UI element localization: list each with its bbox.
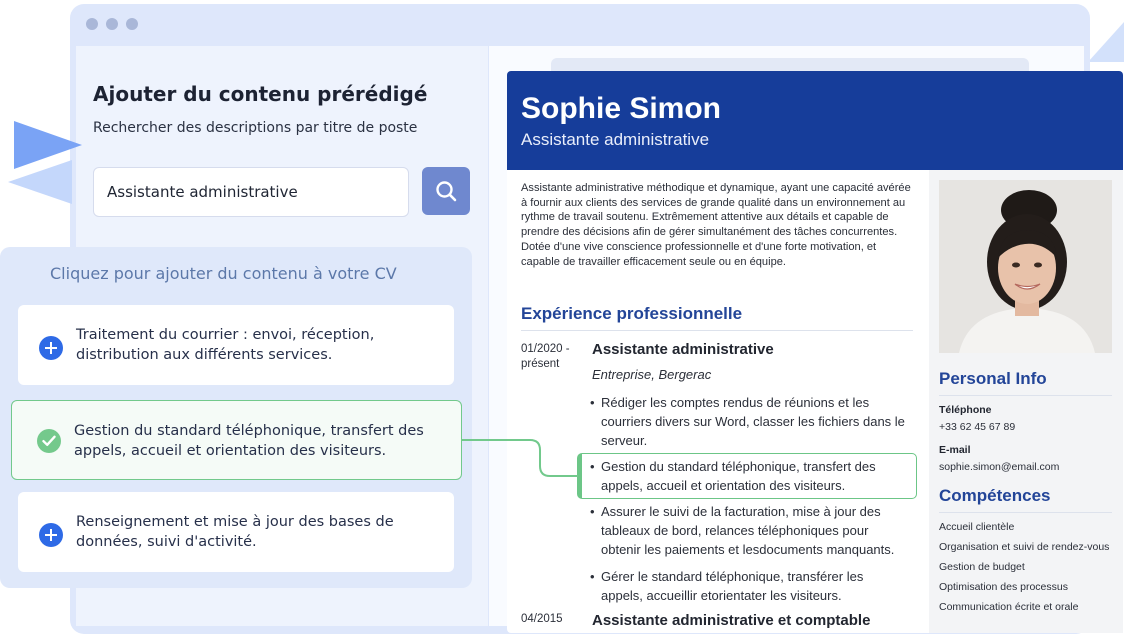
builder-title: Ajouter du contenu prérédigé: [93, 82, 428, 106]
phone-value: +33 62 45 67 89: [939, 421, 1016, 433]
job-bullet: Gérer le standard téléphonique, transfér…: [590, 567, 906, 605]
builder-subtitle: Rechercher des descriptions par titre de…: [93, 120, 418, 136]
profile-photo: [939, 180, 1112, 353]
suggestion-text: Traitement du courrier : envoi, réceptio…: [76, 327, 375, 363]
resume-role: Assistante administrative: [521, 130, 710, 149]
job-title-search-input[interactable]: Assistante administrative: [93, 167, 409, 217]
job-bullet-inserted: Gestion du standard téléphonique, transf…: [590, 457, 906, 495]
job-company: Entreprise, Bergerac: [592, 367, 712, 382]
skill-item: Communication écrite et orale: [939, 601, 1079, 613]
decorative-triangle: [1088, 22, 1124, 62]
job-title: Assistante administrative: [592, 341, 774, 358]
job-date: 01/2020 - présent: [521, 343, 570, 370]
job-date: 04/2015: [521, 613, 563, 625]
job-bullet: Assurer le suivi de la facturation, mise…: [590, 502, 906, 559]
suggestion-card[interactable]: Traitement du courrier : envoi, réceptio…: [18, 305, 454, 385]
skill-item: Accueil clientèle: [939, 521, 1015, 533]
email-label: E-mail: [939, 444, 971, 456]
window-dot: [126, 18, 138, 30]
skills-title: Compétences: [939, 486, 1051, 505]
resume-summary: Assistante administrative méthodique et …: [521, 182, 911, 268]
experience-section-title: Expérience professionnelle: [521, 304, 743, 323]
divider: [521, 330, 913, 331]
skill-item: Organisation et suivi de rendez-vous: [939, 541, 1110, 553]
email-value: sophie.simon@email.com: [939, 461, 1060, 473]
window-dot: [106, 18, 118, 30]
add-plus-icon[interactable]: [39, 336, 63, 360]
suggestion-text: Renseignement et mise à jour des bases d…: [76, 514, 394, 550]
job-bullet: Rédiger les comptes rendus de réunions e…: [590, 393, 906, 450]
skill-item: Gestion de budget: [939, 561, 1025, 573]
suggestion-card-selected[interactable]: Gestion du standard téléphonique, transf…: [11, 400, 462, 480]
check-icon: [37, 429, 61, 453]
personal-info-title: Personal Info: [939, 369, 1047, 388]
add-plus-icon[interactable]: [39, 523, 63, 547]
search-button[interactable]: [422, 167, 470, 215]
divider: [939, 512, 1112, 513]
avatar-illustration: [939, 180, 1112, 353]
suggestions-title: Cliquez pour ajouter du contenu à votre …: [50, 264, 397, 283]
suggestion-text: Gestion du standard téléphonique, transf…: [74, 423, 424, 459]
suggestion-card[interactable]: Renseignement et mise à jour des bases d…: [18, 492, 454, 572]
skill-item: Optimisation des processus: [939, 581, 1068, 593]
resume-name: Sophie Simon: [521, 92, 722, 125]
decorative-triangle: [14, 121, 82, 169]
job-title: Assistante administrative et comptable: [592, 612, 871, 629]
search-icon: [436, 181, 457, 202]
window-dot: [86, 18, 98, 30]
divider: [939, 395, 1112, 396]
phone-label: Téléphone: [939, 404, 992, 416]
